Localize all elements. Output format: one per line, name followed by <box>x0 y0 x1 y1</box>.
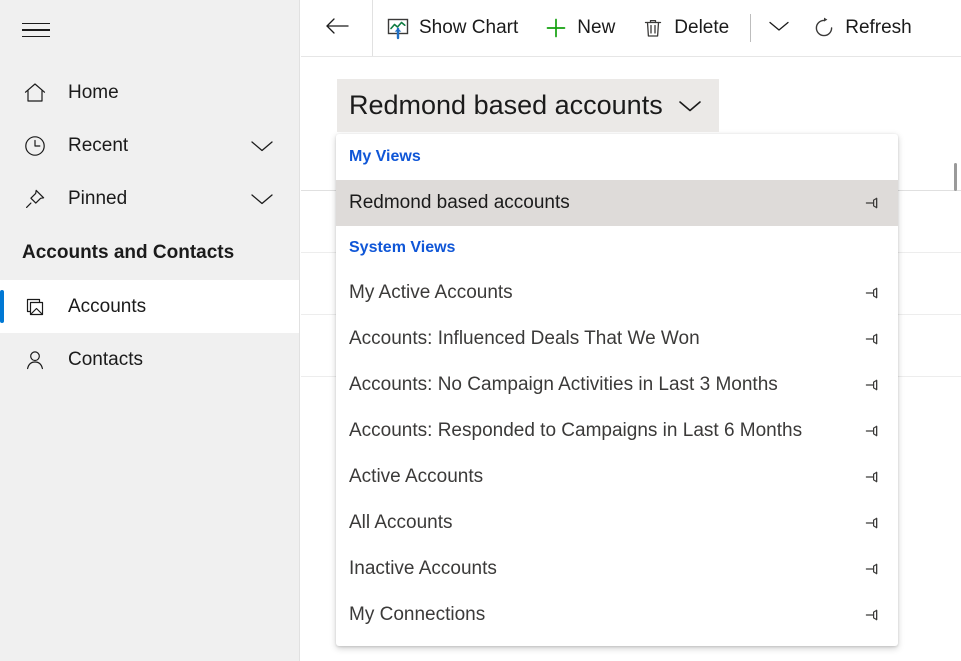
home-icon <box>22 80 52 106</box>
hamburger-icon[interactable] <box>22 18 52 42</box>
toolbar-divider <box>750 14 752 42</box>
sidebar-item-recent[interactable]: Recent <box>0 119 299 172</box>
sidebar-item-pinned[interactable]: Pinned <box>0 172 299 225</box>
chevron-down-icon[interactable] <box>249 138 275 154</box>
grid-vertical-scrollbar[interactable] <box>954 163 957 191</box>
chevron-down-icon <box>677 98 703 114</box>
new-button[interactable]: New <box>531 0 628 56</box>
pin-icon[interactable] <box>862 328 884 350</box>
sidebar-item-home[interactable]: Home <box>0 66 299 119</box>
dropdown-item-label: Inactive Accounts <box>349 558 497 579</box>
dropdown-item-inactive-accounts[interactable]: Inactive Accounts <box>336 546 898 592</box>
sidebar-nav-list: Home Recent Pinned Accounts and Contacts… <box>0 66 299 386</box>
dropdown-item-label: My Connections <box>349 604 486 625</box>
accounts-icon <box>22 294 52 320</box>
dropdown-item-my-connections[interactable]: My Connections <box>336 592 898 638</box>
back-arrow-icon <box>322 14 352 43</box>
selected-indicator <box>0 290 4 323</box>
dropdown-section-my-views: My Views <box>349 148 421 165</box>
refresh-button[interactable]: Refresh <box>799 0 925 56</box>
show-chart-label: Show Chart <box>419 17 519 38</box>
refresh-label: Refresh <box>845 17 912 38</box>
dropdown-item-accounts-influenced-deals-that-we-won[interactable]: Accounts: Influenced Deals That We Won <box>336 316 898 362</box>
dropdown-section-system-views: System Views <box>349 239 456 256</box>
back-button[interactable] <box>301 0 373 56</box>
sidebar-group-header: Accounts and Contacts <box>22 241 235 263</box>
view-selector-label: Redmond based accounts <box>349 90 663 120</box>
dropdown-item-label: Accounts: Responded to Campaigns in Last… <box>349 420 803 441</box>
dropdown-item-label: Accounts: No Campaign Activities in Last… <box>349 374 778 395</box>
contact-icon <box>22 347 52 373</box>
dropdown-item-accounts-no-campaign-activities-in-last-3-months[interactable]: Accounts: No Campaign Activities in Last… <box>336 362 898 408</box>
command-bar: Show Chart New Delete Refresh <box>301 0 961 57</box>
dropdown-item-my-active-accounts[interactable]: My Active Accounts <box>336 270 898 316</box>
dropdown-item-all-accounts[interactable]: All Accounts <box>336 500 898 546</box>
plus-icon <box>544 16 568 40</box>
trash-icon <box>641 16 665 40</box>
dropdown-item-label: Active Accounts <box>349 466 484 487</box>
clock-icon <box>22 133 52 159</box>
dropdown-item-label: Redmond based accounts <box>349 192 570 213</box>
sidebar-item-label: Recent <box>68 134 129 156</box>
sidebar: Home Recent Pinned Accounts and Contacts… <box>0 0 300 661</box>
pin-icon[interactable] <box>862 512 884 534</box>
view-selector-button[interactable]: Redmond based accounts <box>337 79 719 132</box>
dropdown-item-redmond-based-accounts[interactable]: Redmond based accounts <box>336 180 898 226</box>
view-selector-dropdown: My Views Redmond based accounts System V… <box>336 134 898 646</box>
pin-icon <box>22 186 52 212</box>
dropdown-item-label: Accounts: Influenced Deals That We Won <box>349 328 700 349</box>
pin-icon[interactable] <box>862 558 884 580</box>
pin-icon[interactable] <box>862 374 884 396</box>
sidebar-item-label: Accounts <box>68 295 147 317</box>
sidebar-item-label: Contacts <box>68 348 143 370</box>
app-root: Home Recent Pinned Accounts and Contacts… <box>0 0 961 661</box>
sidebar-item-label: Home <box>68 81 119 103</box>
pin-icon[interactable] <box>862 192 884 214</box>
delete-button[interactable]: Delete <box>628 0 742 56</box>
pin-icon[interactable] <box>862 420 884 442</box>
sidebar-item-label: Pinned <box>68 187 128 209</box>
sidebar-item-accounts[interactable]: Accounts <box>0 280 299 333</box>
refresh-icon <box>812 16 836 40</box>
overflow-menu-button[interactable] <box>759 0 799 56</box>
dropdown-item-label: All Accounts <box>349 512 453 533</box>
sidebar-item-contacts[interactable]: Contacts <box>0 333 299 386</box>
chevron-down-icon[interactable] <box>249 191 275 207</box>
show-chart-icon <box>386 16 410 40</box>
dropdown-item-label: My Active Accounts <box>349 282 513 303</box>
pin-icon[interactable] <box>862 466 884 488</box>
dropdown-item-active-accounts[interactable]: Active Accounts <box>336 454 898 500</box>
delete-label: Delete <box>674 17 730 38</box>
show-chart-button[interactable]: Show Chart <box>373 0 531 56</box>
new-label: New <box>577 17 616 38</box>
pin-icon[interactable] <box>862 282 884 304</box>
chevron-down-icon <box>767 19 791 38</box>
dropdown-item-accounts-responded-to-campaigns-in-last-6-months[interactable]: Accounts: Responded to Campaigns in Last… <box>336 408 898 454</box>
pin-icon[interactable] <box>862 604 884 626</box>
